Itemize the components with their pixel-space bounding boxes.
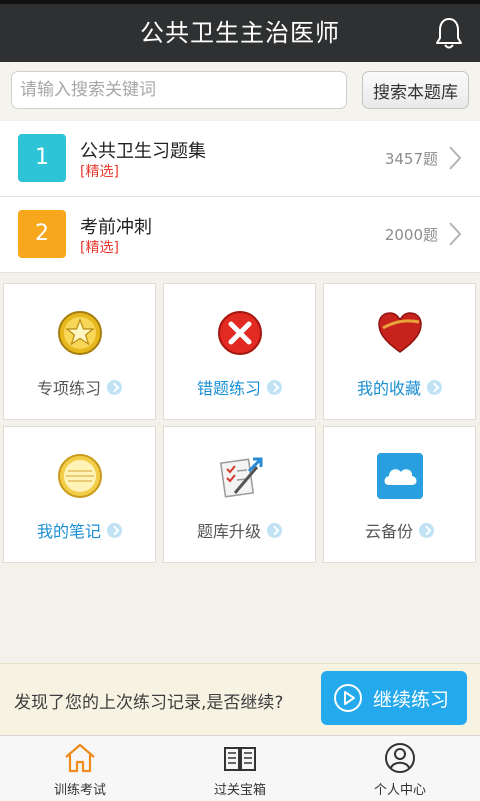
bank-tag: [精选]	[80, 164, 119, 180]
question-bank-item[interactable]: 2 考前冲刺 [精选] 2000题	[0, 197, 480, 273]
bank-number-badge: 2	[18, 210, 66, 258]
app-header: 公共卫生主治医师	[0, 4, 480, 62]
tile-label: 专项练习	[36, 379, 101, 398]
home-icon	[65, 743, 95, 773]
arrow-right-icon	[419, 522, 434, 538]
user-icon	[385, 743, 415, 773]
arrow-right-icon	[427, 379, 442, 395]
tile-label: 我的收藏	[356, 379, 421, 398]
book-icon	[224, 747, 256, 771]
bottom-navigation: 训练考试 过关宝箱 个人中心	[0, 735, 480, 801]
continue-practice-label: 继续练习	[373, 689, 450, 711]
feature-tile-favorites[interactable]: 我的收藏	[323, 283, 476, 420]
nav-tab-treasure-box[interactable]: 过关宝箱	[160, 736, 320, 801]
page-title: 公共卫生主治医师	[140, 19, 340, 47]
resume-practice-banner: 发现了您的上次练习记录,是否继续? 继续练习	[0, 663, 480, 736]
heart-icon	[377, 312, 422, 353]
arrow-right-icon	[107, 522, 122, 538]
bank-name: 考前冲刺	[80, 217, 152, 238]
search-bank-button[interactable]: 搜索本题库	[362, 71, 469, 109]
search-input[interactable]	[11, 71, 347, 109]
tile-label: 错题练习	[196, 379, 261, 398]
question-bank-item[interactable]: 1 公共卫生习题集 [精选] 3457题	[0, 121, 480, 197]
star-medal-icon	[57, 311, 102, 355]
cloud-icon	[376, 453, 423, 499]
notepad-icon	[57, 454, 102, 498]
continue-practice-button[interactable]: 继续练习	[321, 671, 467, 725]
arrow-right-icon	[267, 379, 282, 395]
nav-label: 个人中心	[373, 783, 426, 798]
feature-tile-special-practice[interactable]: 专项练习	[3, 283, 156, 420]
bank-question-count: 3457题	[384, 150, 438, 168]
bank-tag: [精选]	[80, 240, 119, 256]
arrow-right-icon	[267, 522, 282, 538]
chevron-right-icon	[449, 146, 462, 170]
bank-number-badge: 1	[18, 134, 66, 182]
tile-label: 我的笔记	[36, 522, 101, 541]
nav-label: 训练考试	[53, 783, 106, 798]
feature-tile-bank-upgrade[interactable]: 题库升级	[163, 426, 316, 563]
nav-label: 过关宝箱	[213, 783, 266, 798]
arrow-right-icon	[107, 379, 122, 395]
feature-tile-cloud-backup[interactable]: 云备份	[323, 426, 476, 563]
feature-tile-notes[interactable]: 我的笔记	[3, 426, 156, 563]
question-bank-list: 1 公共卫生习题集 [精选] 3457题 2 考前冲刺 [精选] 2000题	[0, 121, 480, 273]
feature-tile-wrong-questions[interactable]: 错题练习	[163, 283, 316, 420]
error-x-icon	[217, 311, 262, 355]
chevron-right-icon	[449, 222, 462, 246]
bell-icon[interactable]	[434, 16, 464, 50]
tile-label: 题库升级	[196, 522, 261, 541]
resume-message: 发现了您的上次练习记录,是否继续?	[14, 693, 284, 713]
nav-tab-training-exam[interactable]: 训练考试	[0, 736, 160, 801]
play-icon	[334, 684, 362, 712]
search-bar: 搜索本题库	[0, 62, 480, 120]
checklist-pen-icon	[219, 457, 262, 498]
bank-question-count: 2000题	[384, 226, 438, 244]
tile-label: 云备份	[364, 522, 413, 541]
nav-tab-personal-center[interactable]: 个人中心	[320, 736, 480, 801]
bank-name: 公共卫生习题集	[80, 141, 206, 162]
